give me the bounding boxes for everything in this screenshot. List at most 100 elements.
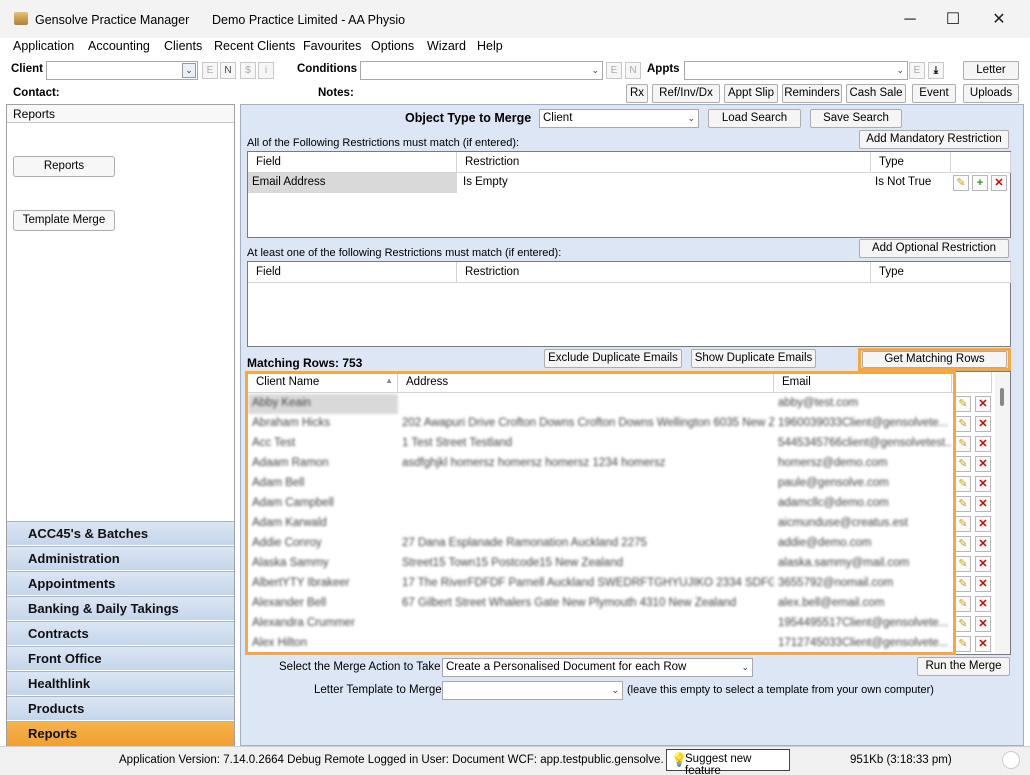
delete-x-icon[interactable]: ✕ bbox=[975, 416, 991, 432]
appts-label: Appts bbox=[647, 63, 680, 75]
reports-button[interactable]: Reports bbox=[13, 156, 115, 177]
edit-pencil-icon[interactable]: ✎ bbox=[955, 556, 971, 572]
event-button[interactable]: Event bbox=[912, 84, 956, 103]
client-n-button[interactable]: N bbox=[220, 62, 236, 79]
column-header-field[interactable]: Field bbox=[248, 262, 457, 283]
nav-healthlink[interactable]: Healthlink bbox=[7, 671, 234, 695]
chevron-down-icon[interactable]: ⌄ bbox=[182, 63, 196, 78]
delete-x-icon[interactable]: ✕ bbox=[975, 556, 991, 572]
edit-pencil-icon[interactable]: ✎ bbox=[955, 416, 971, 432]
exclude-duplicate-emails-button[interactable]: Exclude Duplicate Emails bbox=[544, 349, 682, 368]
menu-wizard[interactable]: Wizard bbox=[427, 39, 466, 53]
edit-pencil-icon[interactable]: ✎ bbox=[953, 175, 969, 191]
menu-help[interactable]: Help bbox=[477, 39, 503, 53]
delete-x-icon[interactable]: ✕ bbox=[975, 396, 991, 412]
delete-x-icon[interactable]: ✕ bbox=[975, 436, 991, 452]
column-header-restriction[interactable]: Restriction bbox=[457, 152, 871, 173]
conditions-e-button[interactable]: E bbox=[606, 62, 622, 79]
delete-x-icon[interactable]: ✕ bbox=[975, 596, 991, 612]
nav-appointments[interactable]: Appointments bbox=[7, 571, 234, 595]
merge-action-label: Select the Merge Action to Take bbox=[279, 661, 441, 673]
add-optional-restriction-button[interactable]: Add Optional Restriction bbox=[859, 239, 1009, 258]
menu-favourites[interactable]: Favourites bbox=[303, 39, 361, 53]
edit-pencil-icon[interactable]: ✎ bbox=[955, 636, 971, 652]
edit-pencil-icon[interactable]: ✎ bbox=[955, 536, 971, 552]
menu-options[interactable]: Options bbox=[371, 39, 414, 53]
edit-pencil-icon[interactable]: ✎ bbox=[955, 596, 971, 612]
ref-inv-dx-button[interactable]: Ref/Inv/Dx bbox=[652, 84, 720, 103]
nav-contracts[interactable]: Contracts bbox=[7, 621, 234, 645]
column-header-field[interactable]: Field bbox=[248, 152, 457, 173]
chevron-down-icon: ⌄ bbox=[591, 65, 599, 75]
add-plus-icon[interactable]: + bbox=[972, 175, 988, 191]
menu-clients[interactable]: Clients bbox=[164, 39, 202, 53]
matching-rows-count: Matching Rows: 753 bbox=[247, 356, 363, 370]
nav-front-office[interactable]: Front Office bbox=[7, 646, 234, 670]
maximize-button[interactable]: ☐ bbox=[938, 8, 968, 32]
cash-sale-button[interactable]: Cash Sale bbox=[846, 84, 906, 103]
edit-pencil-icon[interactable]: ✎ bbox=[955, 396, 971, 412]
conditions-n-button[interactable]: N bbox=[625, 62, 641, 79]
letter-template-select[interactable]: ⌄ bbox=[442, 681, 623, 700]
column-header-actions bbox=[951, 152, 1011, 173]
scrollbar[interactable] bbox=[995, 372, 1010, 654]
download-icon[interactable]: ⤓ bbox=[928, 62, 944, 79]
load-search-button[interactable]: Load Search bbox=[708, 109, 801, 128]
table-row[interactable]: Email Address Is Empty Is Not True ✎ + ✕ bbox=[248, 173, 1010, 193]
appt-slip-button[interactable]: Appt Slip bbox=[724, 84, 778, 103]
client-info-button[interactable]: i bbox=[258, 62, 274, 79]
delete-x-icon[interactable]: ✕ bbox=[991, 175, 1007, 191]
edit-pencil-icon[interactable]: ✎ bbox=[955, 476, 971, 492]
delete-x-icon[interactable]: ✕ bbox=[975, 536, 991, 552]
get-matching-rows-button[interactable]: Get Matching Rows bbox=[862, 351, 1007, 368]
scrollbar-thumb[interactable] bbox=[1000, 388, 1004, 406]
object-type-select[interactable]: Client ⌄ bbox=[539, 109, 699, 128]
conditions-select[interactable]: ⌄ bbox=[360, 61, 603, 80]
delete-x-icon[interactable]: ✕ bbox=[975, 636, 991, 652]
appts-e-button[interactable]: E bbox=[909, 62, 925, 79]
delete-x-icon[interactable]: ✕ bbox=[975, 516, 991, 532]
client-e-button[interactable]: E bbox=[202, 62, 218, 79]
edit-pencil-icon[interactable]: ✎ bbox=[955, 516, 971, 532]
letter-button[interactable]: Letter bbox=[963, 61, 1019, 80]
rx-button[interactable]: Rx bbox=[626, 84, 648, 103]
minimize-button[interactable]: ─ bbox=[895, 8, 925, 32]
nav-products[interactable]: Products bbox=[7, 696, 234, 720]
delete-x-icon[interactable]: ✕ bbox=[975, 456, 991, 472]
nav-administration[interactable]: Administration bbox=[7, 546, 234, 570]
edit-pencil-icon[interactable]: ✎ bbox=[955, 496, 971, 512]
uploads-button[interactable]: Uploads bbox=[963, 84, 1019, 103]
run-merge-button[interactable]: Run the Merge bbox=[917, 657, 1010, 676]
client-money-button[interactable]: $ bbox=[240, 62, 256, 79]
menu-accounting[interactable]: Accounting bbox=[88, 39, 150, 53]
show-duplicate-emails-button[interactable]: Show Duplicate Emails bbox=[691, 349, 816, 368]
nav-reports[interactable]: Reports bbox=[7, 721, 234, 746]
mandatory-restrictions-grid: Field Restriction Type Email Address Is … bbox=[247, 151, 1011, 238]
column-header-type[interactable]: Type bbox=[871, 262, 1011, 283]
reminders-button[interactable]: Reminders bbox=[782, 84, 842, 103]
client-select[interactable]: ⌄ bbox=[46, 61, 198, 80]
letter-template-label: Letter Template to Merge bbox=[314, 684, 442, 696]
merge-action-value: Create a Personalised Document for each … bbox=[446, 661, 687, 673]
nav-banking-daily-takings[interactable]: Banking & Daily Takings bbox=[7, 596, 234, 620]
delete-x-icon[interactable]: ✕ bbox=[975, 476, 991, 492]
save-search-button[interactable]: Save Search bbox=[810, 109, 902, 128]
delete-x-icon[interactable]: ✕ bbox=[975, 496, 991, 512]
edit-pencil-icon[interactable]: ✎ bbox=[955, 456, 971, 472]
add-mandatory-restriction-button[interactable]: Add Mandatory Restriction bbox=[859, 130, 1009, 149]
nav-acc45-batches[interactable]: ACC45's & Batches bbox=[7, 521, 234, 545]
edit-pencil-icon[interactable]: ✎ bbox=[955, 436, 971, 452]
column-header-type[interactable]: Type bbox=[871, 152, 951, 173]
column-header-restriction[interactable]: Restriction bbox=[457, 262, 871, 283]
delete-x-icon[interactable]: ✕ bbox=[975, 616, 991, 632]
edit-pencil-icon[interactable]: ✎ bbox=[955, 576, 971, 592]
close-button[interactable]: ✕ bbox=[984, 8, 1014, 32]
edit-pencil-icon[interactable]: ✎ bbox=[955, 616, 971, 632]
delete-x-icon[interactable]: ✕ bbox=[975, 576, 991, 592]
template-merge-button[interactable]: Template Merge bbox=[13, 210, 115, 231]
suggest-feature-button[interactable]: 💡 Suggest new feature bbox=[666, 749, 790, 775]
appts-select[interactable]: ⌄ bbox=[684, 61, 908, 80]
merge-action-select[interactable]: Create a Personalised Document for each … bbox=[442, 658, 753, 677]
menu-application[interactable]: Application bbox=[13, 39, 74, 53]
menu-recent-clients[interactable]: Recent Clients bbox=[214, 39, 295, 53]
